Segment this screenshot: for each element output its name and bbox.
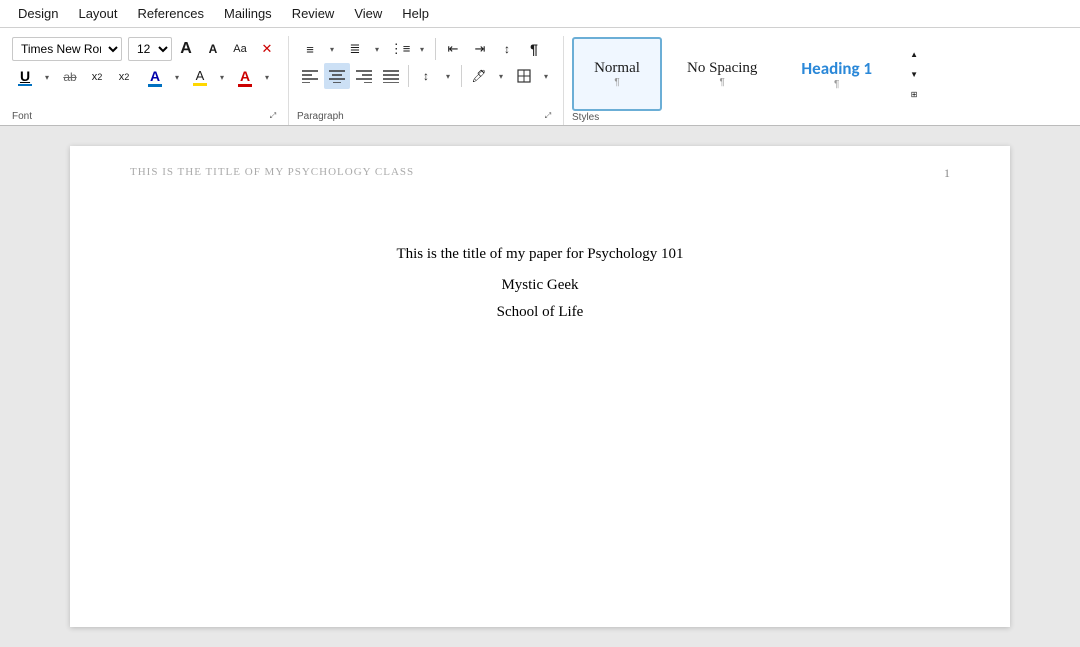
document-author: Mystic Geek	[130, 277, 950, 294]
menu-review[interactable]: Review	[282, 2, 345, 25]
numbered-list-button[interactable]: ≣	[342, 36, 368, 62]
paragraph-shading-button[interactable]: 🖊	[466, 63, 492, 89]
paragraph-group-label: Paragraph	[297, 111, 344, 122]
show-formatting-button[interactable]: ¶	[521, 36, 547, 62]
ribbon: Times New Roman 12 A A Aa ✕ U	[0, 28, 1080, 126]
font-group-expand[interactable]: ⤢	[266, 109, 280, 123]
superscript-button[interactable]: x2	[111, 64, 137, 90]
menu-references[interactable]: References	[128, 2, 214, 25]
font-shrink-button[interactable]: A	[200, 36, 226, 62]
style-heading1-preview: ¶	[834, 79, 839, 90]
subscript-button[interactable]: x2	[84, 64, 110, 90]
line-spacing-button[interactable]: ↕	[413, 63, 439, 89]
font-name-select[interactable]: Times New Roman	[12, 37, 122, 61]
document-school: School of Life	[130, 304, 950, 321]
shading-dropdown[interactable]: ▾	[258, 66, 276, 88]
styles-scroll-up[interactable]: ▲	[901, 45, 927, 63]
strikethrough-button[interactable]: ab	[57, 64, 83, 90]
paragraph-shading-dropdown[interactable]: ▾	[492, 65, 510, 87]
sort-button[interactable]: ↕	[494, 36, 520, 62]
shading-color-button[interactable]: A	[232, 63, 258, 91]
paragraph-group-expand[interactable]: ⤢	[541, 109, 555, 123]
document-header: THIS IS THE TITLE OF MY PSYCHOLOGY CLASS	[130, 166, 414, 178]
page-number: 1	[944, 166, 950, 181]
font-grow-button[interactable]: A	[173, 36, 199, 62]
style-no-spacing-preview: ¶	[720, 77, 725, 88]
align-right-button[interactable]	[351, 63, 377, 89]
numbered-list-dropdown[interactable]: ▾	[368, 38, 386, 60]
document-title: This is the title of my paper for Psycho…	[130, 246, 950, 263]
multilevel-list-button[interactable]: ⋮≡	[387, 36, 413, 62]
underline-button[interactable]: U	[12, 63, 38, 91]
font-size-select[interactable]: 12	[128, 37, 172, 61]
menu-mailings[interactable]: Mailings	[214, 2, 282, 25]
font-group-label: Font	[12, 111, 32, 122]
styles-group: Normal ¶ No Spacing ¶ Heading 1 ¶ ▲ ▼ ⊞	[564, 36, 1076, 125]
menu-bar: Design Layout References Mailings Review…	[0, 0, 1080, 28]
menu-layout[interactable]: Layout	[68, 2, 127, 25]
indent-increase-button[interactable]: ⇥	[467, 36, 493, 62]
document-body: This is the title of my paper for Psycho…	[130, 246, 950, 321]
clear-format-button[interactable]: ✕	[254, 36, 280, 62]
indent-decrease-button[interactable]: ⇤	[440, 36, 466, 62]
style-heading1-button[interactable]: Heading 1 ¶	[782, 37, 891, 111]
styles-scroll-down[interactable]: ▼	[901, 65, 927, 83]
underline-dropdown[interactable]: ▾	[38, 66, 56, 88]
menu-help[interactable]: Help	[392, 2, 439, 25]
menu-design[interactable]: Design	[8, 2, 68, 25]
style-normal-preview: ¶	[614, 77, 619, 88]
font-color-dropdown[interactable]: ▾	[168, 66, 186, 88]
style-normal-button[interactable]: Normal ¶	[572, 37, 662, 111]
bullet-list-dropdown[interactable]: ▾	[323, 38, 341, 60]
highlight-color-button[interactable]: A	[187, 63, 213, 91]
align-center-button[interactable]	[324, 63, 350, 89]
bullet-list-button[interactable]: ≡	[297, 36, 323, 62]
style-heading1-label: Heading 1	[801, 58, 872, 79]
line-spacing-dropdown[interactable]: ▾	[439, 65, 457, 87]
styles-group-label: Styles	[572, 112, 599, 123]
font-group: Times New Roman 12 A A Aa ✕ U	[4, 36, 289, 125]
document-page[interactable]: THIS IS THE TITLE OF MY PSYCHOLOGY CLASS…	[70, 146, 1010, 627]
change-case-button[interactable]: Aa	[227, 36, 253, 62]
document-area: THIS IS THE TITLE OF MY PSYCHOLOGY CLASS…	[0, 126, 1080, 647]
align-left-button[interactable]	[297, 63, 323, 89]
styles-more[interactable]: ⊞	[901, 85, 927, 103]
multilevel-list-dropdown[interactable]: ▾	[413, 38, 431, 60]
font-color-button[interactable]: A	[142, 63, 168, 91]
style-no-spacing-button[interactable]: No Spacing ¶	[668, 37, 776, 111]
style-no-spacing-label: No Spacing	[687, 60, 757, 77]
menu-view[interactable]: View	[344, 2, 392, 25]
highlight-dropdown[interactable]: ▾	[213, 66, 231, 88]
justify-button[interactable]	[378, 63, 404, 89]
style-normal-label: Normal	[594, 60, 640, 77]
paragraph-group: ≡ ▾ ≣ ▾ ⋮≡ ▾ ⇤	[289, 36, 564, 125]
borders-dropdown[interactable]: ▾	[537, 65, 555, 87]
borders-button[interactable]	[511, 63, 537, 89]
